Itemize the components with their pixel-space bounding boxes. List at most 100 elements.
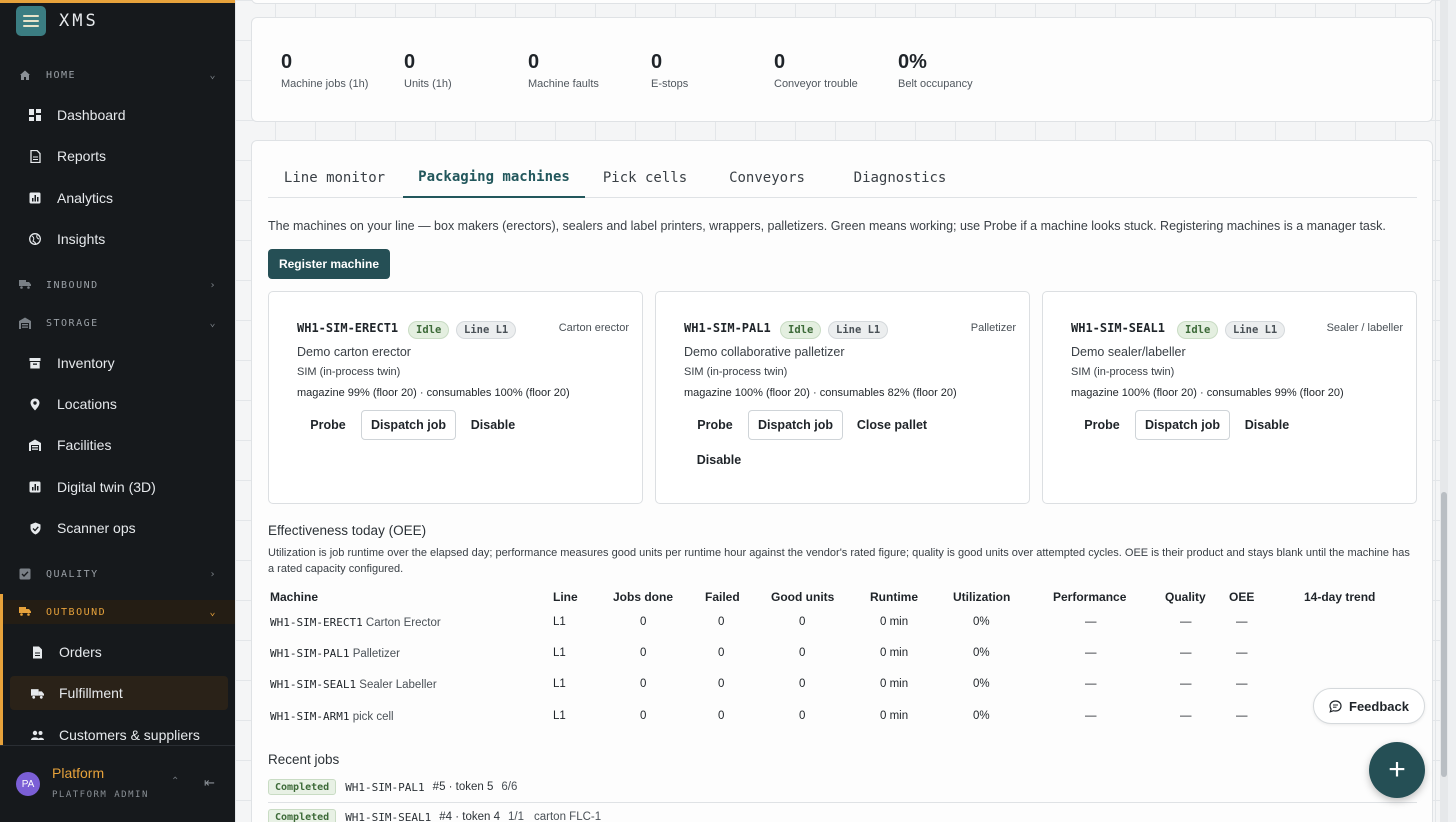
nav-reports[interactable]: Reports bbox=[8, 139, 226, 173]
add-button[interactable]: + bbox=[1369, 742, 1425, 798]
inventory-icon bbox=[28, 356, 42, 370]
list-item[interactable]: Completed WH1-SIM-PAL1 #5 · token 5 6/6 bbox=[268, 776, 527, 798]
top-panel-edge bbox=[251, 0, 1433, 4]
table-row-machine: WH1-SIM-ARM1 pick cell bbox=[270, 710, 394, 723]
nav-dashboard[interactable]: Dashboard bbox=[8, 98, 226, 132]
cell-failed: 0 bbox=[718, 678, 725, 690]
user-menu[interactable]: PA Platform PLATFORM ADMIN ⌃ ⇤ bbox=[0, 745, 235, 822]
location-pin-icon bbox=[28, 397, 42, 411]
register-machine-button[interactable]: Register machine bbox=[268, 249, 390, 279]
disable-button[interactable]: Disable bbox=[1237, 410, 1297, 440]
intro-text: The machines on your line — box makers (… bbox=[268, 219, 1386, 233]
cell-quality: — bbox=[1180, 647, 1192, 659]
status-badge: Idle bbox=[408, 321, 450, 339]
section-home-label: HOME bbox=[46, 69, 77, 81]
avatar[interactable]: PA bbox=[16, 772, 40, 796]
tab-line-monitor[interactable]: Line monitor bbox=[274, 158, 395, 198]
cell-good-units: 0 bbox=[799, 616, 806, 628]
section-storage[interactable]: STORAGE ⌄ bbox=[0, 311, 235, 335]
menu-logo-icon[interactable] bbox=[16, 6, 46, 36]
dispatch-job-button[interactable]: Dispatch job bbox=[1135, 410, 1230, 440]
machine-name: Palletizer bbox=[352, 648, 400, 660]
sidebar-accent-line bbox=[0, 0, 235, 3]
machine-description: Demo carton erector bbox=[297, 345, 411, 359]
machine-supplies: magazine 100% (floor 20) · consumables 8… bbox=[684, 387, 957, 399]
section-quality-label: QUALITY bbox=[46, 568, 99, 580]
nav-facilities[interactable]: Facilities bbox=[8, 428, 226, 462]
machine-id: WH1-SIM-ARM1 bbox=[270, 710, 350, 723]
cell-line: L1 bbox=[553, 710, 566, 722]
nav-dashboard-label: Dashboard bbox=[57, 107, 126, 123]
dispatch-job-button[interactable]: Dispatch job bbox=[748, 410, 843, 440]
people-icon bbox=[30, 728, 44, 742]
nav-inventory[interactable]: Inventory bbox=[8, 346, 226, 380]
dispatch-job-button[interactable]: Dispatch job bbox=[361, 410, 456, 440]
table-row-machine: WH1-SIM-ERECT1 Carton Erector bbox=[270, 616, 441, 629]
cell-quality: — bbox=[1180, 678, 1192, 690]
section-home[interactable]: HOME ⌄ bbox=[0, 63, 235, 87]
tab-conveyors[interactable]: Conveyors bbox=[711, 158, 823, 198]
cell-failed: 0 bbox=[718, 647, 725, 659]
probe-button[interactable]: Probe bbox=[297, 410, 359, 440]
nav-locations[interactable]: Locations bbox=[8, 387, 226, 421]
line-badge: Line L1 bbox=[1225, 321, 1286, 339]
machine-type: Palletizer bbox=[970, 322, 1016, 334]
cell-oee: — bbox=[1236, 678, 1248, 690]
main-content: 0 Machine jobs (1h) 0 Units (1h) 0 Machi… bbox=[235, 0, 1448, 822]
tab-diagnostics[interactable]: Diagnostics bbox=[837, 158, 963, 198]
table-row-machine: WH1-SIM-PAL1 Palletizer bbox=[270, 647, 400, 660]
nav-scanner-ops-label: Scanner ops bbox=[57, 520, 136, 536]
home-icon bbox=[19, 69, 31, 81]
section-outbound[interactable]: OUTBOUND ⌄ bbox=[0, 600, 235, 624]
chevron-up-icon[interactable]: ⌃ bbox=[171, 776, 179, 787]
scrollbar[interactable] bbox=[1440, 0, 1448, 822]
close-pallet-button[interactable]: Close pallet bbox=[850, 410, 934, 440]
nav-digital-twin[interactable]: Digital twin (3D) bbox=[8, 470, 226, 504]
stat-label: Conveyor trouble bbox=[774, 78, 858, 90]
machine-id: WH1-SIM-SEAL1 bbox=[1071, 321, 1165, 335]
scrollbar-thumb[interactable] bbox=[1441, 492, 1447, 777]
disable-button[interactable]: Disable bbox=[684, 445, 754, 475]
tab-packaging-machines[interactable]: Packaging machines bbox=[403, 158, 585, 198]
stat-label: Machine jobs (1h) bbox=[281, 78, 369, 90]
nav-orders[interactable]: Orders bbox=[10, 635, 228, 669]
stat-label: Machine faults bbox=[528, 78, 599, 90]
job-machine: WH1-SIM-SEAL1 bbox=[345, 810, 432, 822]
machine-sim: SIM (in-process twin) bbox=[1071, 366, 1175, 378]
tab-pick-cells[interactable]: Pick cells bbox=[593, 158, 697, 198]
section-inbound[interactable]: INBOUND › bbox=[0, 273, 235, 297]
probe-button[interactable]: Probe bbox=[684, 410, 746, 440]
nav-analytics[interactable]: Analytics bbox=[8, 181, 226, 215]
nav-insights-label: Insights bbox=[57, 231, 106, 247]
cell-runtime: 0 min bbox=[880, 647, 909, 659]
col-line: Line bbox=[553, 590, 578, 604]
cell-good-units: 0 bbox=[799, 647, 806, 659]
chevron-down-icon: ⌄ bbox=[209, 317, 217, 329]
nav-fulfillment[interactable]: Fulfillment bbox=[10, 676, 228, 710]
cell-quality: — bbox=[1180, 710, 1192, 722]
col-quality: Quality bbox=[1165, 590, 1206, 604]
nav-customers-suppliers[interactable]: Customers & suppliers bbox=[10, 718, 228, 745]
collapse-sidebar-icon[interactable]: ⇤ bbox=[204, 775, 215, 791]
nav-scanner-ops[interactable]: Scanner ops bbox=[8, 511, 226, 545]
nav-insights[interactable]: Insights bbox=[8, 222, 226, 256]
disable-button[interactable]: Disable bbox=[463, 410, 523, 440]
probe-button[interactable]: Probe bbox=[1071, 410, 1133, 440]
feedback-button[interactable]: Feedback bbox=[1313, 688, 1425, 724]
user-name: Platform bbox=[52, 765, 105, 781]
nav-locations-label: Locations bbox=[57, 396, 117, 412]
shield-check-icon bbox=[28, 521, 42, 535]
section-quality[interactable]: QUALITY › bbox=[0, 562, 235, 586]
chat-bubble-icon bbox=[1329, 699, 1342, 713]
job-token: #5 · token 5 bbox=[432, 781, 494, 793]
truck-icon bbox=[19, 606, 31, 618]
stat-value: 0 bbox=[774, 51, 786, 73]
stat-machine-faults: 0 Machine faults bbox=[528, 51, 599, 90]
cell-utilization: 0% bbox=[973, 710, 990, 722]
nav-inventory-label: Inventory bbox=[57, 355, 115, 371]
nav-digital-twin-label: Digital twin (3D) bbox=[57, 479, 156, 495]
list-item[interactable]: Completed WH1-SIM-SEAL1 #4 · token 4 1/1… bbox=[268, 806, 611, 822]
col-utilization: Utilization bbox=[953, 590, 1011, 604]
chevron-down-icon: ⌄ bbox=[209, 69, 217, 81]
brand[interactable]: XMS bbox=[16, 6, 99, 36]
